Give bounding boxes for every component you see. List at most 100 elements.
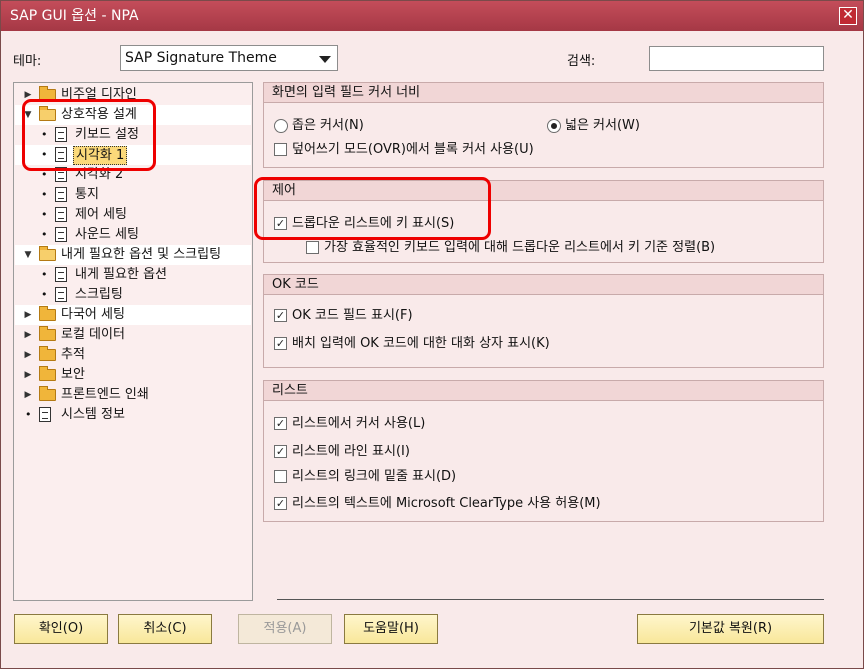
option-label: OK 코드 필드 표시(F)	[292, 308, 413, 323]
expand-arrow-icon[interactable]: ▶	[23, 85, 33, 105]
tree-item-label: 시각화 2	[75, 167, 124, 182]
folder-icon	[39, 386, 56, 401]
restore-defaults-button[interactable]: 기본값 복원(R)	[637, 614, 824, 644]
expand-arrow-icon[interactable]: ▶	[23, 365, 33, 385]
checkbox-icon[interactable]	[274, 470, 287, 483]
checkbox-icon[interactable]	[274, 143, 287, 156]
tree-item-label: 스크립팅	[75, 287, 123, 302]
group-header: 제어	[264, 181, 823, 201]
tree-item-label: 로컬 데이터	[61, 327, 125, 342]
option-label: 리스트의 텍스트에 Microsoft ClearType 사용 허용(M)	[292, 496, 601, 511]
option-label: 가장 효율적인 키보드 입력에 대해 드롭다운 리스트에서 키 기준 정렬(B)	[324, 240, 716, 255]
expand-arrow-icon[interactable]: ▶	[23, 385, 33, 405]
group-ok-code: OK 코드 ✓ OK 코드 필드 표시(F) ✓ 배치 입력에 OK 코드에 대…	[263, 274, 824, 368]
document-icon	[55, 147, 67, 162]
tree-item-sound-settings[interactable]: • 사운드 세팅	[15, 225, 251, 245]
close-icon: ✕	[842, 7, 854, 23]
ok-button[interactable]: 확인(O)	[14, 614, 108, 644]
bullet-icon: •	[41, 228, 48, 241]
checkbox-checked-icon[interactable]: ✓	[274, 417, 287, 430]
tree-item-label: 추적	[61, 347, 85, 362]
folder-icon	[39, 366, 56, 381]
help-button[interactable]: 도움말(H)	[344, 614, 438, 644]
checkbox-icon[interactable]	[306, 241, 319, 254]
tree-item-label: 상호작용 설계	[61, 107, 137, 122]
group-header: 리스트	[264, 381, 823, 401]
folder-icon	[39, 346, 56, 361]
tree-item-visualization-1[interactable]: • 시각화 1	[15, 145, 251, 165]
tree-item-security[interactable]: ▶ 보안	[15, 365, 251, 385]
radio-button-icon[interactable]	[274, 119, 288, 133]
tree-item-keyboard-settings[interactable]: • 키보드 설정	[15, 125, 251, 145]
tree-item-system-info[interactable]: • 시스템 정보	[15, 405, 251, 425]
theme-dropdown[interactable]: SAP Signature Theme	[120, 45, 338, 71]
tree-item-accessibility-scripting[interactable]: ▼ 내게 필요한 옵션 및 스크립팅	[15, 245, 251, 265]
search-input[interactable]	[649, 46, 824, 71]
checkbox-checked-icon[interactable]: ✓	[274, 445, 287, 458]
expand-arrow-icon[interactable]: ▶	[23, 305, 33, 325]
collapse-arrow-icon[interactable]: ▼	[23, 105, 33, 125]
group-cursor-width: 화면의 입력 필드 커서 너비 좁은 커서(N) 넓은 커서(W) 덮어쓰기 모…	[263, 82, 824, 168]
tree-item-label: 사운드 세팅	[75, 227, 139, 242]
tree-item-accessibility[interactable]: • 내게 필요한 옵션	[15, 265, 251, 285]
tree-item-multilanguage[interactable]: ▶ 다국어 세팅	[15, 305, 251, 325]
collapse-arrow-icon[interactable]: ▼	[23, 245, 33, 265]
document-icon	[55, 127, 67, 142]
option-label: 배치 입력에 OK 코드에 대한 대화 상자 표시(K)	[292, 336, 550, 351]
expand-arrow-icon[interactable]: ▶	[23, 345, 33, 365]
radio-button-selected-icon[interactable]	[547, 119, 561, 133]
option-label: 드롭다운 리스트에 키 표시(S)	[292, 216, 455, 231]
tree-item-control-settings[interactable]: • 제어 세팅	[15, 205, 251, 225]
document-icon	[39, 407, 51, 422]
bullet-icon: •	[41, 168, 48, 181]
document-icon	[55, 167, 67, 182]
bullet-icon: •	[41, 188, 48, 201]
search-label: 검색:	[567, 54, 596, 69]
group-control: 제어 ✓ 드롭다운 리스트에 키 표시(S) 가장 효율적인 키보드 입력에 대…	[263, 180, 824, 263]
checkbox-checked-icon[interactable]: ✓	[274, 337, 287, 350]
tree-item-visual-design[interactable]: ▶ 비주얼 디자인	[15, 85, 251, 105]
group-header: OK 코드	[264, 275, 823, 295]
bullet-icon: •	[41, 208, 48, 221]
cancel-button[interactable]: 취소(C)	[118, 614, 212, 644]
checkbox-checked-icon[interactable]: ✓	[274, 497, 287, 510]
option-label: 리스트에 라인 표시(I)	[292, 444, 410, 459]
tree-item-label-selected: 시각화 1	[73, 146, 128, 165]
tree-item-trace[interactable]: ▶ 추적	[15, 345, 251, 365]
close-button[interactable]: ✕	[839, 7, 857, 25]
tree-item-label: 다국어 세팅	[61, 307, 125, 322]
tree-item-label: 내게 필요한 옵션	[75, 267, 167, 282]
checkbox-checked-icon[interactable]: ✓	[274, 309, 287, 322]
bullet-icon: •	[25, 408, 32, 421]
document-icon	[55, 187, 67, 202]
folder-icon	[39, 326, 56, 341]
bullet-icon: •	[41, 148, 48, 161]
theme-label: 테마:	[13, 54, 42, 69]
tree-item-frontend-print[interactable]: ▶ 프론트엔드 인쇄	[15, 385, 251, 405]
window-title: SAP GUI 옵션 - NPA	[10, 8, 139, 24]
group-header: 화면의 입력 필드 커서 너비	[264, 83, 823, 103]
bullet-icon: •	[41, 288, 48, 301]
option-label: 넓은 커서(W)	[565, 118, 640, 133]
tree-item-interaction-design[interactable]: ▼ 상호작용 설계	[15, 105, 251, 125]
tree-item-notifications[interactable]: • 통지	[15, 185, 251, 205]
tree-item-local-data[interactable]: ▶ 로컬 데이터	[15, 325, 251, 345]
tree-item-label: 보안	[61, 367, 85, 382]
bullet-icon: •	[41, 128, 48, 141]
tree-item-scripting[interactable]: • 스크립팅	[15, 285, 251, 305]
tree-item-label: 통지	[75, 187, 99, 202]
group-list: 리스트 ✓ 리스트에서 커서 사용(L) ✓ 리스트에 라인 표시(I) 리스트…	[263, 380, 824, 522]
tree-item-label: 제어 세팅	[75, 207, 127, 222]
document-icon	[55, 207, 67, 222]
option-label: 리스트의 링크에 밑줄 표시(D)	[292, 469, 457, 484]
tree-item-label: 비주얼 디자인	[61, 87, 137, 102]
option-label: 좁은 커서(N)	[292, 118, 364, 133]
tree-item-visualization-2[interactable]: • 시각화 2	[15, 165, 251, 185]
folder-open-icon	[39, 246, 56, 261]
folder-icon	[39, 86, 56, 101]
apply-button[interactable]: 적용(A)	[238, 614, 332, 644]
checkbox-checked-icon[interactable]: ✓	[274, 217, 287, 230]
document-icon	[55, 227, 67, 242]
option-label: 덮어쓰기 모드(OVR)에서 블록 커서 사용(U)	[292, 142, 534, 157]
expand-arrow-icon[interactable]: ▶	[23, 325, 33, 345]
